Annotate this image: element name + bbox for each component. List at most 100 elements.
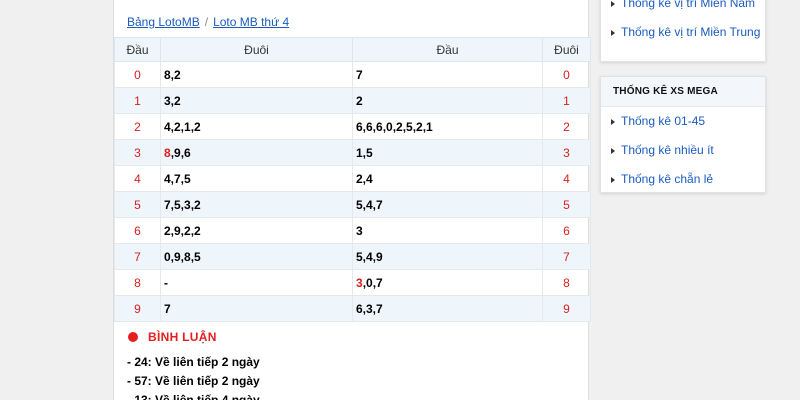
cell-value: 6,3,7 <box>356 301 383 316</box>
breadcrumb-separator: / <box>204 15 209 29</box>
tail-values-left: 7 <box>160 295 353 322</box>
table-row: 0 8,2 7 0 <box>114 61 591 88</box>
head-values-right: 3,0,7 <box>352 269 543 296</box>
cell-value: 6,6,6,0,2,5,2,1 <box>356 119 433 134</box>
head-values-right: 5,4,7 <box>352 191 543 218</box>
comments-list: - 24: Về liên tiếp 2 ngày - 57: Về liên … <box>127 353 260 400</box>
tail-values-left: 4,2,1,2 <box>160 113 353 140</box>
red-dot-icon <box>128 332 138 342</box>
sidebar-link-01-45[interactable]: Thống kê 01-45 <box>601 112 765 131</box>
cell-value: ,9,6 <box>170 145 191 160</box>
tail-number-right: 7 <box>542 243 591 270</box>
header-duoi-right: Đuôi <box>542 37 591 62</box>
highlighted-value: 3 <box>356 275 363 290</box>
cell-value: 5,4,9 <box>356 249 383 264</box>
tail-number-right: 1 <box>542 87 591 114</box>
sidebar-link-mien-nam[interactable]: Thống kê vị trí Miền Nam <box>601 0 765 13</box>
head-number-left: 9 <box>114 295 161 322</box>
highlighted-value: 8 <box>164 145 171 160</box>
cell-value: 2,4 <box>356 171 373 186</box>
tail-values-left: 2,9,2,2 <box>160 217 353 244</box>
cell-value: 3,2 <box>164 93 181 108</box>
table-row: 5 7,5,3,2 5,4,7 5 <box>114 191 591 218</box>
cell-value: 4,2,1,2 <box>164 119 201 134</box>
header-dau-right: Đầu <box>352 37 543 62</box>
breadcrumb-home-link[interactable]: Bảng LotoMB <box>127 15 200 29</box>
table-row: 1 3,2 2 1 <box>114 87 591 114</box>
cell-value: 2 <box>356 93 363 108</box>
cell-value: 7 <box>164 301 171 316</box>
tail-number-right: 5 <box>542 191 591 218</box>
cell-value: - <box>164 275 168 290</box>
loto-table: Đầu Đuôi Đầu Đuôi 0 8,2 7 0 1 3,2 2 1 2 4,2,1,2 6,… <box>114 37 591 322</box>
table-header-row: Đầu Đuôi Đầu Đuôi <box>114 37 591 62</box>
table-row: 6 2,9,2,2 3 6 <box>114 217 591 244</box>
head-number-left: 8 <box>114 269 161 296</box>
comments-header: BÌNH LUẬN <box>128 330 217 344</box>
cell-value: 2,9,2,2 <box>164 223 201 238</box>
header-duoi-left: Đuôi <box>160 37 353 62</box>
sidebar-box-regional: Thống kê vị trí Miền Nam Thống kê vị trí… <box>600 0 766 62</box>
main-panel: Bảng LotoMB / Loto MB thứ 4 Đầu Đuôi Đầu Đ… <box>113 0 591 400</box>
cell-value: ,0,7 <box>362 275 383 290</box>
table-row: 3 8,9,6 1,5 3 <box>114 139 591 166</box>
head-values-right: 2 <box>352 87 543 114</box>
tail-values-left: 8,9,6 <box>160 139 353 166</box>
head-values-right: 6,6,6,0,2,5,2,1 <box>352 113 543 140</box>
head-values-right: 7 <box>352 61 543 88</box>
caret-right-icon <box>611 119 615 125</box>
sidebar-link-mien-trung[interactable]: Thống kê vị trí Miền Trung <box>601 23 765 42</box>
sidebar-box-mega: THỐNG KÊ XS MEGA Thống kê 01-45 Thống kê… <box>600 76 766 193</box>
cell-value: 3 <box>356 223 363 238</box>
sidebar-link-chan-le[interactable]: Thống kê chẵn lẻ <box>601 170 765 189</box>
caret-right-icon <box>611 177 615 183</box>
tail-values-left: 7,5,3,2 <box>160 191 353 218</box>
table-row: 4 4,7,5 2,4 4 <box>114 165 591 192</box>
breadcrumb-current-link[interactable]: Loto MB thứ 4 <box>213 15 289 29</box>
comments-title: BÌNH LUẬN <box>148 330 217 344</box>
head-number-left: 5 <box>114 191 161 218</box>
head-values-right: 5,4,9 <box>352 243 543 270</box>
cell-value: 7,5,3,2 <box>164 197 201 212</box>
cell-value: 8,2 <box>164 67 181 82</box>
tail-number-right: 0 <box>542 61 591 88</box>
cell-value: 5,4,7 <box>356 197 383 212</box>
cell-value: 0,9,8,5 <box>164 249 201 264</box>
cell-value: 1,5 <box>356 145 373 160</box>
head-number-left: 7 <box>114 243 161 270</box>
head-values-right: 1,5 <box>352 139 543 166</box>
comment-item: - 13: Về liên tiếp 4 ngày <box>127 393 260 400</box>
head-number-left: 4 <box>114 165 161 192</box>
head-values-right: 6,3,7 <box>352 295 543 322</box>
head-number-left: 6 <box>114 217 161 244</box>
tail-number-right: 3 <box>542 139 591 166</box>
tail-values-left: 4,7,5 <box>160 165 353 192</box>
cell-value: 7 <box>356 67 363 82</box>
tail-number-right: 8 <box>542 269 591 296</box>
sidebar-mega-title: THỐNG KÊ XS MEGA <box>601 77 765 107</box>
tail-values-left: 8,2 <box>160 61 353 88</box>
head-values-right: 3 <box>352 217 543 244</box>
head-number-left: 3 <box>114 139 161 166</box>
comment-item: - 24: Về liên tiếp 2 ngày <box>127 355 260 369</box>
tail-number-right: 4 <box>542 165 591 192</box>
sidebar-link-nhieu-it[interactable]: Thống kê nhiều ít <box>601 141 765 160</box>
caret-right-icon <box>611 148 615 154</box>
tail-values-left: - <box>160 269 353 296</box>
caret-right-icon <box>611 1 615 7</box>
head-values-right: 2,4 <box>352 165 543 192</box>
caret-right-icon <box>611 30 615 36</box>
cell-value: 4,7,5 <box>164 171 191 186</box>
tail-number-right: 2 <box>542 113 591 140</box>
table-row: 9 7 6,3,7 9 <box>114 295 591 322</box>
table-row: 2 4,2,1,2 6,6,6,0,2,5,2,1 2 <box>114 113 591 140</box>
tail-number-right: 9 <box>542 295 591 322</box>
table-row: 7 0,9,8,5 5,4,9 7 <box>114 243 591 270</box>
tail-values-left: 3,2 <box>160 87 353 114</box>
breadcrumb: Bảng LotoMB / Loto MB thứ 4 <box>127 15 289 29</box>
head-number-left: 1 <box>114 87 161 114</box>
tail-values-left: 0,9,8,5 <box>160 243 353 270</box>
head-number-left: 0 <box>114 61 161 88</box>
table-row: 8-3,0,7 8 <box>114 269 591 296</box>
tail-number-right: 6 <box>542 217 591 244</box>
